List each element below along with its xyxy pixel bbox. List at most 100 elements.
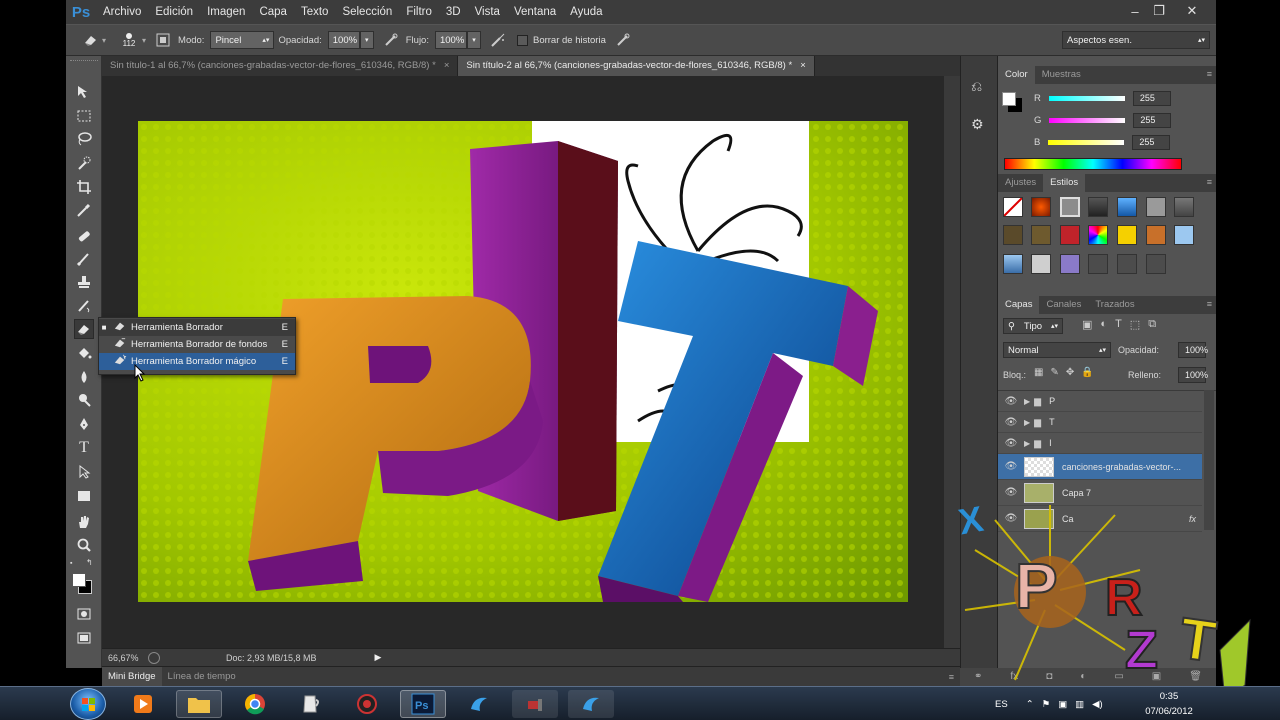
toolbox-grip[interactable] — [70, 60, 98, 63]
style-swatch[interactable] — [1146, 197, 1166, 217]
menu-seleccion[interactable]: Selección — [335, 0, 399, 24]
style-swatch[interactable] — [1060, 225, 1080, 245]
swap-colors-icon[interactable]: ↰ — [86, 558, 93, 567]
quick-selection-tool-icon[interactable] — [74, 153, 94, 173]
tab-muestras[interactable]: Muestras — [1035, 66, 1088, 84]
style-swatch[interactable] — [1031, 197, 1051, 217]
eraser-preset-icon[interactable] — [80, 29, 102, 51]
lock-pixels-icon[interactable]: ✎ — [1050, 367, 1058, 378]
tab-canales[interactable]: Canales — [1039, 296, 1088, 314]
color-fg-swatch[interactable] — [1002, 92, 1016, 106]
tab-sin-titulo-2[interactable]: Sin título-2 al 66,7% (canciones-grabada… — [458, 56, 815, 76]
flyout-eraser-tool[interactable]: ■ Herramienta Borrador E — [99, 319, 295, 336]
visibility-eye-icon[interactable]: 👁 — [998, 487, 1024, 498]
hand-tool-icon[interactable] — [74, 512, 94, 532]
flyout-magic-eraser-tool[interactable]: Herramienta Borrador mágico E — [99, 353, 295, 370]
opacity-input[interactable]: 100% — [327, 31, 360, 49]
layer-row-group[interactable]: 👁 ▶ ▆ T — [998, 412, 1202, 433]
color-spectrum-ramp[interactable] — [1004, 158, 1182, 170]
zoom-tool-icon[interactable] — [74, 535, 94, 555]
style-swatch[interactable] — [1117, 254, 1137, 274]
panel-menu-icon[interactable]: ≡ — [1207, 299, 1212, 309]
menu-texto[interactable]: Texto — [294, 0, 336, 24]
zoom-level[interactable]: 66,67% — [108, 653, 148, 663]
lock-all-icon[interactable]: 🔒 — [1081, 367, 1093, 378]
history-brush-tool-icon[interactable] — [74, 296, 94, 316]
menu-vista[interactable]: Vista — [468, 0, 507, 24]
photoshop-taskbar-icon[interactable]: Ps — [400, 690, 446, 718]
style-swatch[interactable] — [1060, 197, 1080, 217]
eyedropper-tool-icon[interactable] — [74, 200, 94, 220]
expand-arrow-icon[interactable]: ▶ — [1024, 397, 1030, 406]
app-blue-2-icon[interactable] — [568, 690, 614, 718]
style-swatch[interactable] — [1088, 254, 1108, 274]
filter-type-icon[interactable]: T — [1115, 318, 1122, 331]
visibility-eye-icon[interactable]: 👁 — [998, 396, 1024, 407]
app-tool-icon[interactable] — [512, 690, 558, 718]
eraser-tool-icon[interactable] — [74, 319, 94, 339]
style-swatch[interactable] — [1117, 197, 1137, 217]
tab-trazados[interactable]: Trazados — [1088, 296, 1141, 314]
move-tool-icon[interactable] — [74, 82, 94, 102]
menu-capa[interactable]: Capa — [252, 0, 294, 24]
clone-stamp-tool-icon[interactable] — [74, 272, 94, 292]
paint-bucket-tool-icon[interactable] — [74, 343, 94, 363]
history-panel-icon[interactable]: ⎌ — [971, 78, 982, 95]
channel-value[interactable]: 255 — [1133, 112, 1172, 128]
lasso-tool-icon[interactable] — [74, 129, 94, 149]
tab-ajustes[interactable]: Ajustes — [998, 174, 1043, 192]
tray-arrow-icon[interactable]: ⌃ — [1026, 699, 1034, 710]
type-tool-icon[interactable]: T — [74, 438, 94, 458]
layer-row-group[interactable]: 👁 ▶ ▆ I — [998, 433, 1202, 454]
filter-smart-object-icon[interactable]: ⧉ — [1148, 318, 1156, 331]
path-selection-tool-icon[interactable] — [74, 462, 94, 482]
foreground-color-swatch[interactable] — [72, 573, 86, 587]
tray-device-icon[interactable]: ▣ — [1058, 699, 1067, 710]
tray-volume-icon[interactable]: ◀) — [1092, 699, 1102, 710]
slider-b[interactable]: B 255 — [1034, 134, 1171, 150]
brush-size-picker[interactable]: 112 — [116, 28, 142, 52]
menu-archivo[interactable]: Archivo — [96, 0, 148, 24]
airbrush-icon[interactable] — [487, 29, 509, 51]
tab-color[interactable]: Color — [998, 66, 1035, 84]
panel-menu-icon[interactable]: ≡ — [1207, 69, 1212, 79]
menu-ventana[interactable]: Ventana — [507, 0, 563, 24]
color-swatches[interactable]: ▪ ↰ — [70, 558, 94, 598]
filter-adjustment-icon[interactable]: ◐ — [1100, 318, 1107, 331]
flow-dropdown-button[interactable]: ▾ — [466, 31, 481, 49]
style-swatch[interactable] — [1060, 254, 1080, 274]
workspace-select[interactable]: Aspectos esen. ▴▾ — [1062, 31, 1210, 49]
screen-mode-icon[interactable] — [74, 628, 94, 648]
restore-button[interactable]: ❐ — [1144, 0, 1174, 22]
tab-sin-titulo-1[interactable]: Sin título-1 al 66,7% (canciones-grabada… — [102, 56, 459, 76]
marquee-tool-icon[interactable] — [74, 106, 94, 126]
menu-filtro[interactable]: Filtro — [399, 0, 439, 24]
expand-arrow-icon[interactable]: ▶ — [1024, 418, 1030, 427]
tablet-pressure-size-icon[interactable] — [612, 29, 634, 51]
visibility-eye-icon[interactable]: 👁 — [998, 417, 1024, 428]
erase-history-checkbox[interactable] — [516, 34, 528, 46]
slider-r[interactable]: R 255 — [1034, 90, 1171, 106]
layer-row-group[interactable]: 👁 ▶ ▆ P — [998, 391, 1202, 412]
channel-value[interactable]: 255 — [1132, 90, 1171, 106]
style-swatch[interactable] — [1146, 225, 1166, 245]
start-button[interactable] — [70, 688, 106, 720]
close-icon[interactable]: × — [444, 56, 450, 76]
layer-opacity-input[interactable]: 100% — [1178, 342, 1208, 358]
style-swatch[interactable] — [1031, 225, 1051, 245]
style-swatch[interactable] — [1003, 254, 1023, 274]
layer-row-selected[interactable]: 👁 canciones-grabadas-vector-... — [998, 454, 1202, 480]
style-swatch[interactable] — [1174, 197, 1194, 217]
opacity-dropdown-button[interactable]: ▾ — [359, 31, 374, 49]
style-swatch-none[interactable] — [1003, 197, 1023, 217]
visibility-eye-icon[interactable]: 👁 — [998, 461, 1024, 472]
status-menu-arrow-icon[interactable]: ▶ — [375, 652, 382, 663]
layer-filter-select[interactable]: ⚲ Tipo ▴▾ — [1003, 318, 1063, 334]
app-pitcher-icon[interactable] — [288, 690, 334, 718]
fill-input[interactable]: 100% — [1178, 367, 1208, 383]
lock-position-icon[interactable]: ✥ — [1066, 367, 1074, 378]
menu-ayuda[interactable]: Ayuda — [563, 0, 609, 24]
tab-linea-de-tiempo[interactable]: Línea de tiempo — [162, 667, 242, 687]
brush-tool-icon[interactable] — [74, 249, 94, 269]
properties-panel-icon[interactable]: ⚙ — [971, 116, 984, 133]
